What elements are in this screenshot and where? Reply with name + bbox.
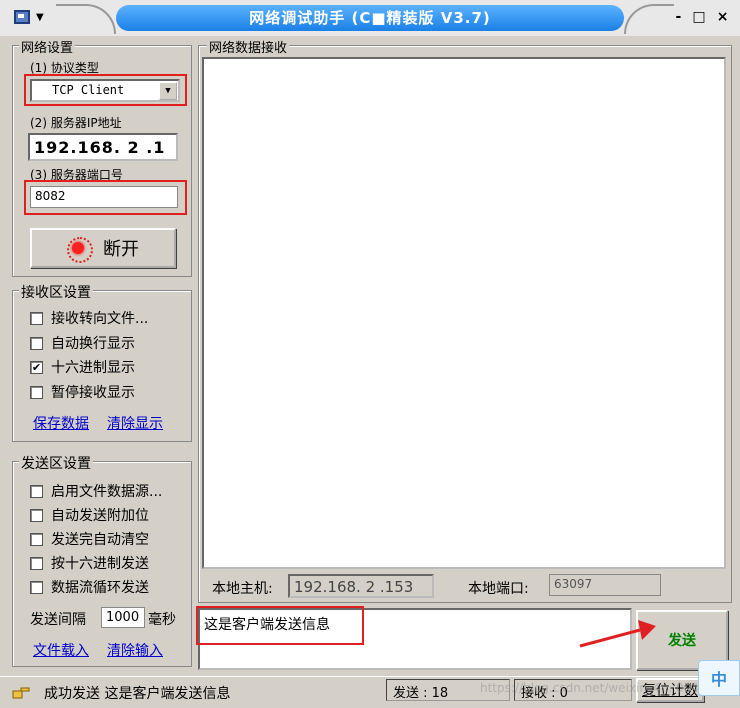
disconnect-label: 断开 [103,239,139,260]
checkbox[interactable] [30,508,43,522]
send-settings-title: 发送区设置 [19,453,93,473]
local-host-label: 本地主机: [212,581,273,597]
ime-badge[interactable]: 中 [698,660,740,696]
receive-settings-title: 接收区设置 [19,282,93,302]
send-option-loop[interactable]: 数据流循环发送 [30,577,149,597]
send-interval-input[interactable]: 1000 [101,607,145,628]
recv-option-label: 接收转向文件... [51,311,149,327]
recv-option-auto-wrap[interactable]: 自动换行显示 [30,333,135,353]
server-port-input[interactable]: 8082 [30,186,178,208]
checkbox[interactable] [30,336,43,350]
send-option-hex-send[interactable]: 按十六进制发送 [30,553,149,573]
send-option-label: 自动发送附加位 [51,508,149,524]
local-port-value: 63097 [549,574,661,596]
local-port-label: 本地端口: [468,581,529,597]
server-ip-label: (2) 服务器IP地址 [30,116,122,130]
title-decoration-right [624,4,674,34]
clear-input-link[interactable]: 清除输入 [107,640,163,660]
recv-option-pause[interactable]: 暂停接收显示 [30,382,135,402]
send-option-label: 数据流循环发送 [51,580,149,596]
window-title: 网络调试助手 (C■精装版 V3.7) [249,9,491,27]
hand-pointer-icon [12,687,30,699]
server-ip-input[interactable]: 192.168. 2 .1 [28,133,178,161]
status-bar: 成功发送 这是客户端发送信息 发送 : 18 接收 : 0 复位计数 [0,676,740,708]
send-option-label: 按十六进制发送 [51,556,149,572]
recv-option-label: 自动换行显示 [51,336,135,352]
window-controls: - □ × [670,9,734,29]
send-interval-unit: 毫秒 [148,612,176,628]
received-count: 接收 : 0 [514,679,632,701]
pointer-arrow-icon [579,620,656,648]
send-text-highlight [196,606,364,645]
send-option-label: 发送完自动清空 [51,532,149,548]
save-data-link[interactable]: 保存数据 [33,413,89,433]
minimize-button[interactable]: - [676,9,682,29]
sent-count: 发送 : 18 [386,679,510,701]
dropdown-arrow-icon[interactable]: ▼ [159,82,177,100]
send-interval-label: 发送间隔 [30,612,86,628]
send-option-append-bit[interactable]: 自动发送附加位 [30,505,149,525]
send-option-file-source[interactable]: 启用文件数据源... [30,481,162,501]
protocol-value: TCP Client [52,83,125,97]
send-button-label: 发送 [668,633,696,649]
checkbox[interactable] [30,556,43,570]
send-option-auto-clear[interactable]: 发送完自动清空 [30,529,149,549]
title-decoration-left [56,4,116,34]
checkbox[interactable] [30,311,43,325]
checkbox[interactable] [30,532,43,546]
app-icon [14,10,30,24]
recv-option-to-file[interactable]: 接收转向文件... [30,308,148,328]
chevron-down-icon: ▼ [36,11,44,23]
receive-area-title: 网络数据接收 [207,37,290,56]
maximize-button[interactable]: □ [692,9,705,29]
checkbox[interactable] [30,385,43,399]
system-menu[interactable]: ▼ [4,6,60,28]
send-option-label: 启用文件数据源... [51,484,163,500]
receive-textarea[interactable] [202,57,726,569]
file-load-link[interactable]: 文件载入 [33,640,89,660]
checkbox[interactable] [30,580,43,594]
recv-option-hex-display[interactable]: ✔ 十六进制显示 [30,357,135,377]
clear-display-link[interactable]: 清除显示 [107,413,163,433]
network-settings-title: 网络设置 [19,37,76,56]
reset-count-label: 复位计数 [642,683,698,699]
disconnect-button[interactable]: 断开 [30,228,176,268]
recv-option-label: 暂停接收显示 [51,385,135,401]
checkbox[interactable] [30,484,43,498]
local-host-value: 192.168. 2 .153 [288,574,434,598]
reset-count-button[interactable]: 复位计数 [636,678,704,702]
title-bar[interactable]: ▼ 网络调试助手 (C■精装版 V3.7) - □ × [0,0,740,36]
close-button[interactable]: × [717,9,729,29]
status-led-icon [67,237,93,263]
recv-option-label: 十六进制显示 [51,360,135,376]
status-message: 成功发送 这是客户端发送信息 [44,686,231,702]
protocol-select[interactable]: TCP Client ▼ [30,79,180,102]
checkmark-icon[interactable]: ✔ [30,360,43,374]
